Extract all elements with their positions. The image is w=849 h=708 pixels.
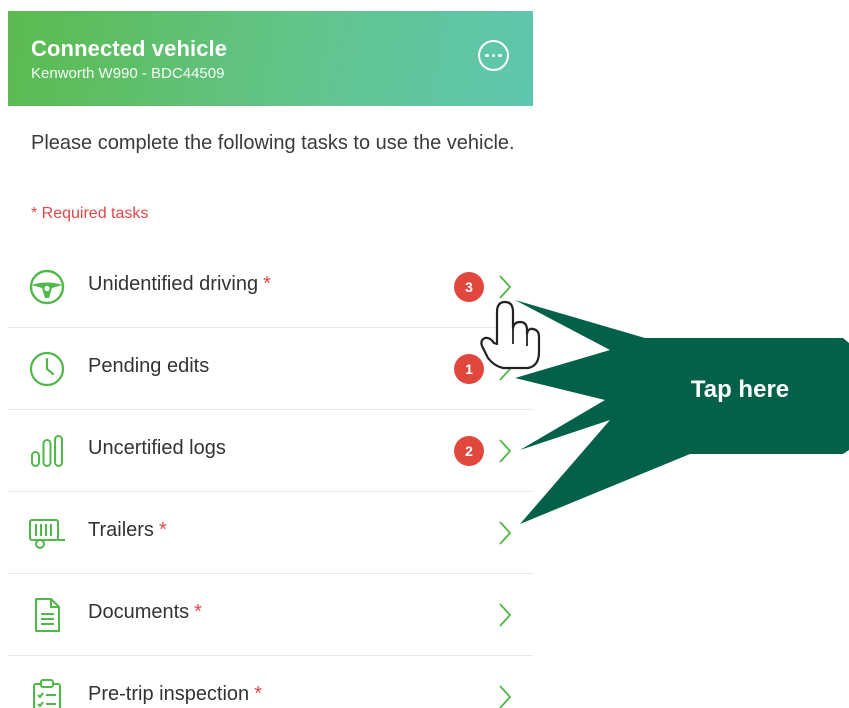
vehicle-subtitle: Kenworth W990 - BDC44509	[31, 65, 225, 82]
chevron-right-icon	[498, 520, 512, 546]
header-bar: Connected vehicle Kenworth W990 - BDC445…	[8, 11, 533, 106]
intro-text: Please complete the following tasks to u…	[31, 132, 515, 154]
required-note: * Required tasks	[31, 205, 149, 222]
chevron-right-icon	[498, 602, 512, 628]
more-dot-icon	[498, 53, 502, 58]
tap-here-label: Tap here	[690, 376, 790, 403]
task-label: Documents *	[88, 601, 202, 623]
required-asterisk: *	[254, 683, 262, 705]
tap-here-callout-shape	[515, 300, 849, 524]
required-asterisk: *	[263, 273, 271, 295]
count-badge: 1	[454, 354, 484, 384]
task-label: Pending edits	[88, 355, 210, 377]
bar-chart-icon	[28, 432, 66, 470]
required-asterisk: *	[158, 519, 167, 541]
required-asterisk: *	[194, 601, 202, 623]
steering-wheel-icon	[28, 268, 66, 306]
task-list: Unidentified driving* 3 Pending edits 1	[8, 246, 533, 708]
task-label: Uncertified logs	[88, 437, 226, 459]
chevron-right-icon	[498, 684, 512, 708]
task-label: Pre-trip inspection *	[88, 683, 262, 705]
task-uncertified-logs[interactable]: Uncertified logs 2	[8, 410, 533, 492]
task-pre-trip-inspection[interactable]: Pre-trip inspection *	[8, 656, 533, 708]
chevron-right-icon	[498, 356, 512, 382]
more-dot-icon	[491, 53, 496, 58]
task-pending-edits[interactable]: Pending edits 1	[8, 328, 533, 410]
task-trailers[interactable]: Trailers *	[8, 492, 533, 574]
task-documents[interactable]: Documents *	[8, 574, 533, 656]
trailer-icon	[28, 514, 66, 552]
clock-icon	[28, 350, 66, 388]
count-badge: 3	[454, 272, 484, 302]
document-icon	[28, 596, 66, 634]
task-unidentified-driving[interactable]: Unidentified driving * 3	[8, 246, 533, 328]
chevron-right-icon	[498, 274, 512, 300]
more-dot-icon	[485, 53, 489, 58]
task-label: Trailers *	[88, 519, 167, 541]
chevron-right-icon	[498, 438, 512, 464]
count-badge: 2	[454, 436, 484, 466]
more-options-button[interactable]	[478, 40, 509, 71]
page-title: Connected vehicle	[31, 36, 228, 61]
task-label: Unidentified driving *	[88, 273, 271, 295]
app-screen: Connected vehicle Kenworth W990 - BDC445…	[8, 11, 533, 708]
clipboard-checklist-icon	[28, 678, 66, 708]
